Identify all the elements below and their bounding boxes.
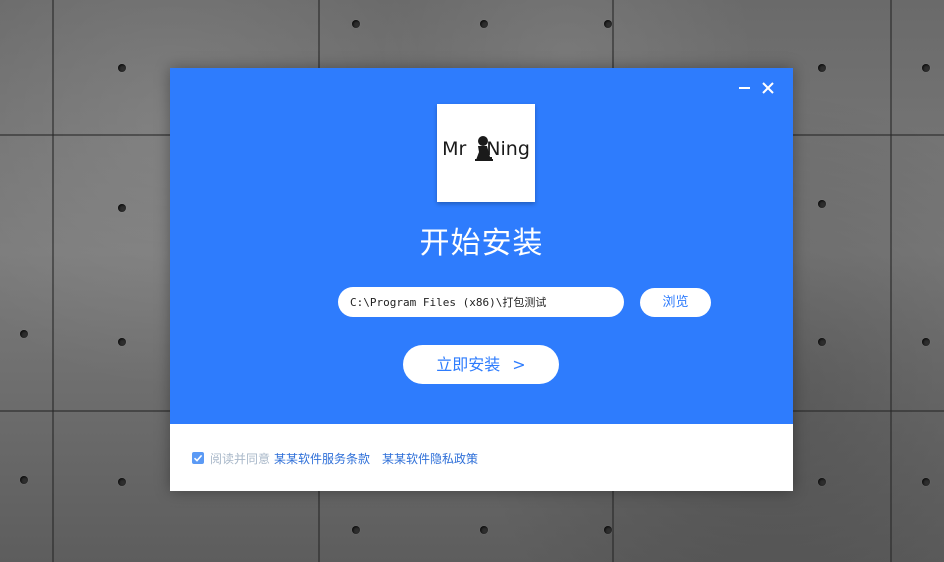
wall-hole bbox=[352, 526, 360, 534]
wall-hole bbox=[480, 20, 488, 28]
wall-hole bbox=[118, 64, 126, 72]
wall-hole bbox=[118, 478, 126, 486]
wall-hole bbox=[922, 64, 930, 72]
wall-hole bbox=[118, 338, 126, 346]
close-icon bbox=[762, 82, 774, 94]
install-now-label: 立即安装 bbox=[436, 355, 501, 374]
minimize-button[interactable] bbox=[734, 78, 754, 98]
close-button[interactable] bbox=[758, 78, 778, 98]
wall-hole bbox=[20, 330, 28, 338]
installer-window: MrNing 开始安装 浏览 立即安装 > 阅读并同意 某某软件服务条款 某某软件… bbox=[170, 68, 793, 491]
wall-hole bbox=[352, 20, 360, 28]
wall-hole bbox=[604, 20, 612, 28]
wall-hole bbox=[118, 204, 126, 212]
logo-figure-icon bbox=[475, 136, 493, 161]
install-now-button[interactable]: 立即安装 > bbox=[403, 345, 559, 384]
checkmark-icon bbox=[193, 454, 203, 462]
agree-checkbox[interactable] bbox=[192, 452, 204, 464]
wall-seam bbox=[890, 0, 892, 562]
wall-hole bbox=[922, 478, 930, 486]
privacy-policy-link[interactable]: 某某软件隐私政策 bbox=[382, 450, 478, 467]
wall-seam bbox=[52, 0, 54, 562]
agreement-row: 阅读并同意 某某软件服务条款 某某软件隐私政策 bbox=[192, 450, 478, 466]
installer-footer: 阅读并同意 某某软件服务条款 某某软件隐私政策 bbox=[170, 424, 793, 491]
wall-hole bbox=[818, 478, 826, 486]
wall-hole bbox=[480, 526, 488, 534]
agree-label: 阅读并同意 bbox=[210, 451, 271, 466]
terms-of-service-link[interactable]: 某某软件服务条款 bbox=[274, 450, 370, 467]
browse-button[interactable]: 浏览 bbox=[640, 288, 711, 317]
install-path-input[interactable] bbox=[338, 287, 624, 317]
page-title: 开始安装 bbox=[419, 226, 544, 261]
wall-hole bbox=[922, 338, 930, 346]
wall-hole bbox=[818, 64, 826, 72]
logo-text-left: Mr bbox=[442, 138, 467, 160]
minimize-icon bbox=[739, 87, 750, 89]
wall-hole bbox=[20, 476, 28, 484]
chevron-right-icon: > bbox=[512, 355, 526, 374]
wall-hole bbox=[604, 526, 612, 534]
installer-header: MrNing 开始安装 浏览 立即安装 > bbox=[170, 68, 793, 424]
wall-hole bbox=[818, 200, 826, 208]
wall-hole bbox=[818, 338, 826, 346]
app-logo: Mr Ning bbox=[437, 104, 535, 202]
